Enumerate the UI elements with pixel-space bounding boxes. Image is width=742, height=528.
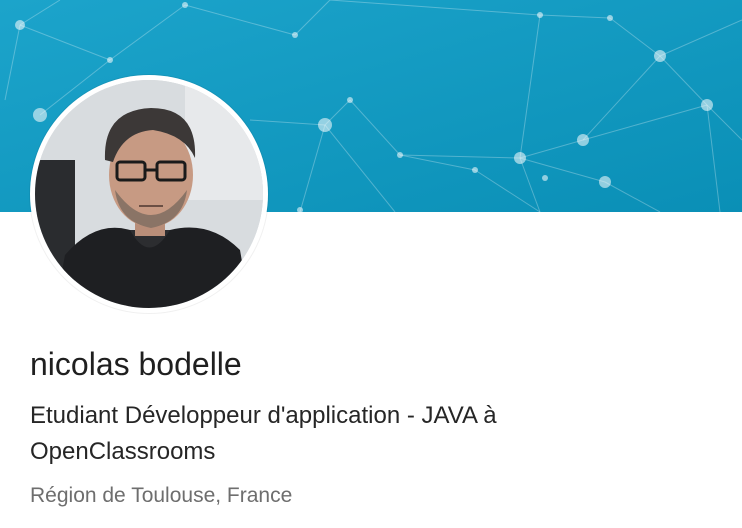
profile-headline: Etudiant Développeur d'application - JAV… [30,402,497,465]
profile-info: nicolas bodelle Etudiant Développeur d'a… [30,342,720,512]
avatar[interactable] [30,75,268,313]
profile-card: nicolas bodelle Etudiant Développeur d'a… [0,0,742,528]
profile-location: Région de Toulouse, France [30,484,293,507]
profile-name: nicolas bodelle [30,346,242,382]
profile-photo [35,80,263,308]
person-photo-icon [35,80,263,308]
